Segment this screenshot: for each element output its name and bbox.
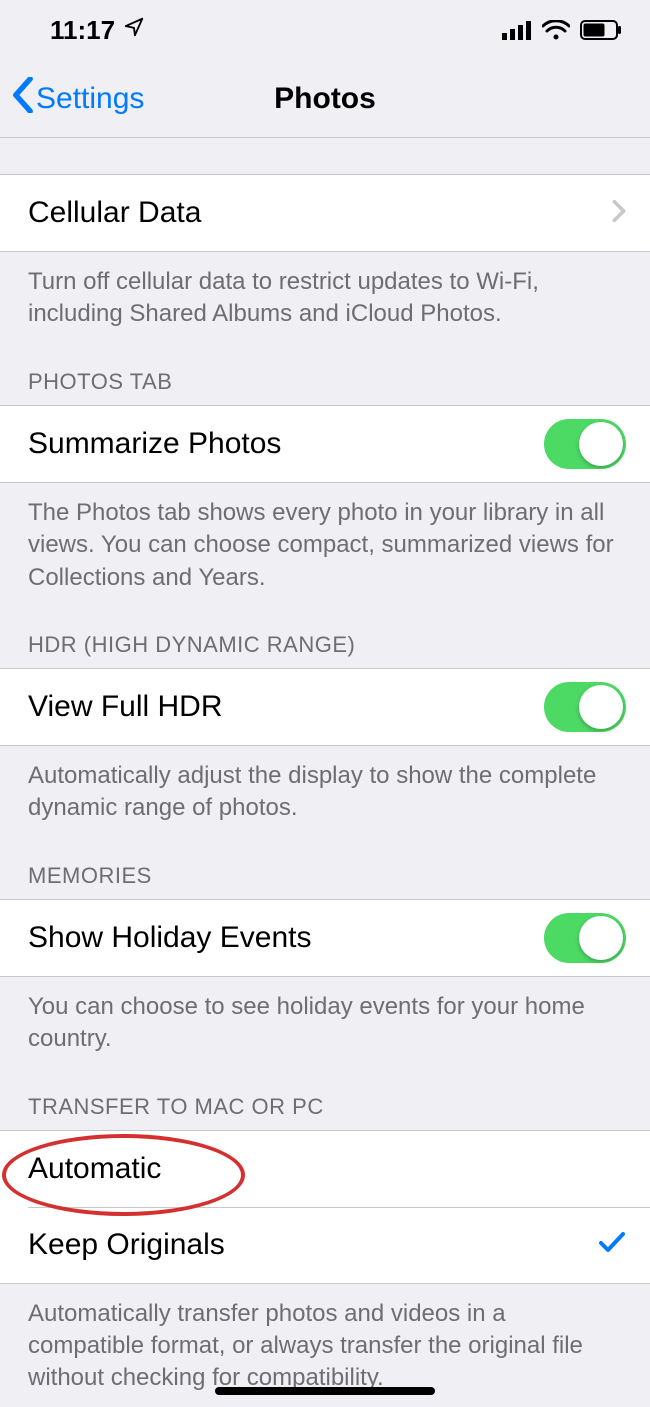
view-full-hdr-label: View Full HDR	[28, 690, 223, 724]
automatic-label: Automatic	[28, 1152, 161, 1186]
chevron-left-icon	[12, 77, 34, 121]
cellular-data-row[interactable]: Cellular Data	[0, 175, 650, 251]
view-full-hdr-toggle[interactable]	[544, 682, 626, 732]
checkmark-icon	[598, 1228, 626, 1262]
show-holiday-events-toggle[interactable]	[544, 913, 626, 963]
photos-tab-footer: The Photos tab shows every photo in your…	[0, 483, 650, 594]
cellular-data-label: Cellular Data	[28, 196, 201, 230]
automatic-row[interactable]: Automatic	[0, 1131, 650, 1207]
show-holiday-events-label: Show Holiday Events	[28, 921, 311, 955]
transfer-header: TRANSFER TO MAC OR PC	[0, 1056, 650, 1130]
summarize-photos-toggle[interactable]	[544, 419, 626, 469]
transfer-group: Automatic Keep Originals	[0, 1130, 650, 1284]
nav-bar: Settings Photos	[0, 60, 650, 138]
memories-group: Show Holiday Events	[0, 899, 650, 977]
photos-tab-group: Summarize Photos	[0, 405, 650, 483]
screen: 11:17	[0, 0, 650, 1407]
status-right	[502, 20, 622, 40]
wifi-icon	[542, 20, 570, 40]
photos-tab-header: PHOTOS TAB	[0, 331, 650, 405]
keep-originals-label: Keep Originals	[28, 1228, 225, 1262]
keep-originals-row[interactable]: Keep Originals	[0, 1207, 650, 1283]
hdr-footer: Automatically adjust the display to show…	[0, 746, 650, 825]
status-time: 11:17	[50, 15, 115, 46]
hdr-group: View Full HDR	[0, 668, 650, 746]
back-label: Settings	[36, 82, 144, 116]
summarize-photos-label: Summarize Photos	[28, 427, 281, 461]
cellular-signal-icon	[502, 20, 532, 40]
home-indicator	[215, 1387, 435, 1395]
back-button[interactable]: Settings	[12, 77, 144, 121]
memories-footer: You can choose to see holiday events for…	[0, 977, 650, 1056]
status-left: 11:17	[50, 15, 145, 46]
battery-icon	[580, 20, 622, 40]
hdr-header: HDR (HIGH DYNAMIC RANGE)	[0, 594, 650, 668]
transfer-footer: Automatically transfer photos and videos…	[0, 1284, 650, 1395]
cellular-data-group: Cellular Data	[0, 174, 650, 252]
view-full-hdr-row[interactable]: View Full HDR	[0, 669, 650, 745]
chevron-right-icon	[612, 199, 626, 228]
summarize-photos-row[interactable]: Summarize Photos	[0, 406, 650, 482]
memories-header: MEMORIES	[0, 825, 650, 899]
location-icon	[123, 16, 145, 44]
show-holiday-events-row[interactable]: Show Holiday Events	[0, 900, 650, 976]
cellular-footer: Turn off cellular data to restrict updat…	[0, 252, 650, 331]
status-bar: 11:17	[0, 0, 650, 60]
